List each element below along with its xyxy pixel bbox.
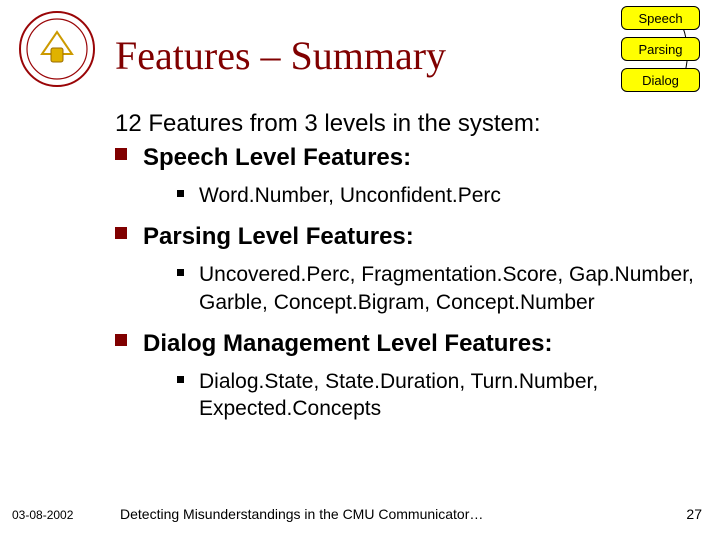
- section-dialog: Dialog Management Level Features: Dialog…: [115, 330, 695, 423]
- tag-dialog: Dialog: [621, 68, 700, 92]
- square-bullet-icon: [115, 227, 127, 239]
- section-speech: Speech Level Features: Word.Number, Unco…: [115, 144, 695, 209]
- small-square-bullet-icon: [177, 190, 184, 197]
- item-text: Uncovered.Perc, Fragmentation.Score, Gap…: [199, 263, 694, 313]
- list-item: Dialog.State, State.Duration, Turn.Numbe…: [177, 368, 695, 423]
- section-label: Dialog Management Level Features:: [143, 330, 552, 357]
- section-label: Parsing Level Features:: [143, 223, 414, 250]
- cmu-seal-icon: [18, 10, 96, 88]
- level-tags: Speech Parsing Dialog: [582, 6, 700, 99]
- section-parsing: Parsing Level Features: Uncovered.Perc, …: [115, 223, 695, 316]
- tag-parsing: Parsing: [621, 37, 700, 61]
- list-item: Word.Number, Unconfident.Perc: [177, 182, 695, 209]
- footer-title: Detecting Misunderstandings in the CMU C…: [120, 506, 483, 522]
- list-item: Uncovered.Perc, Fragmentation.Score, Gap…: [177, 261, 695, 316]
- slide-body: 12 Features from 3 levels in the system:…: [115, 110, 695, 436]
- slide: Features – Summary Speech Parsing Dialog…: [0, 0, 720, 540]
- square-bullet-icon: [115, 334, 127, 346]
- section-label: Speech Level Features:: [143, 144, 411, 171]
- tag-speech: Speech: [621, 6, 700, 30]
- square-bullet-icon: [115, 148, 127, 160]
- small-square-bullet-icon: [177, 376, 184, 383]
- slide-title: Features – Summary: [115, 32, 446, 79]
- intro-text: 12 Features from 3 levels in the system:: [115, 110, 695, 138]
- small-square-bullet-icon: [177, 269, 184, 276]
- footer-date: 03-08-2002: [12, 508, 73, 522]
- item-text: Dialog.State, State.Duration, Turn.Numbe…: [199, 370, 598, 420]
- footer-page-number: 27: [686, 506, 702, 522]
- item-text: Word.Number, Unconfident.Perc: [199, 184, 501, 207]
